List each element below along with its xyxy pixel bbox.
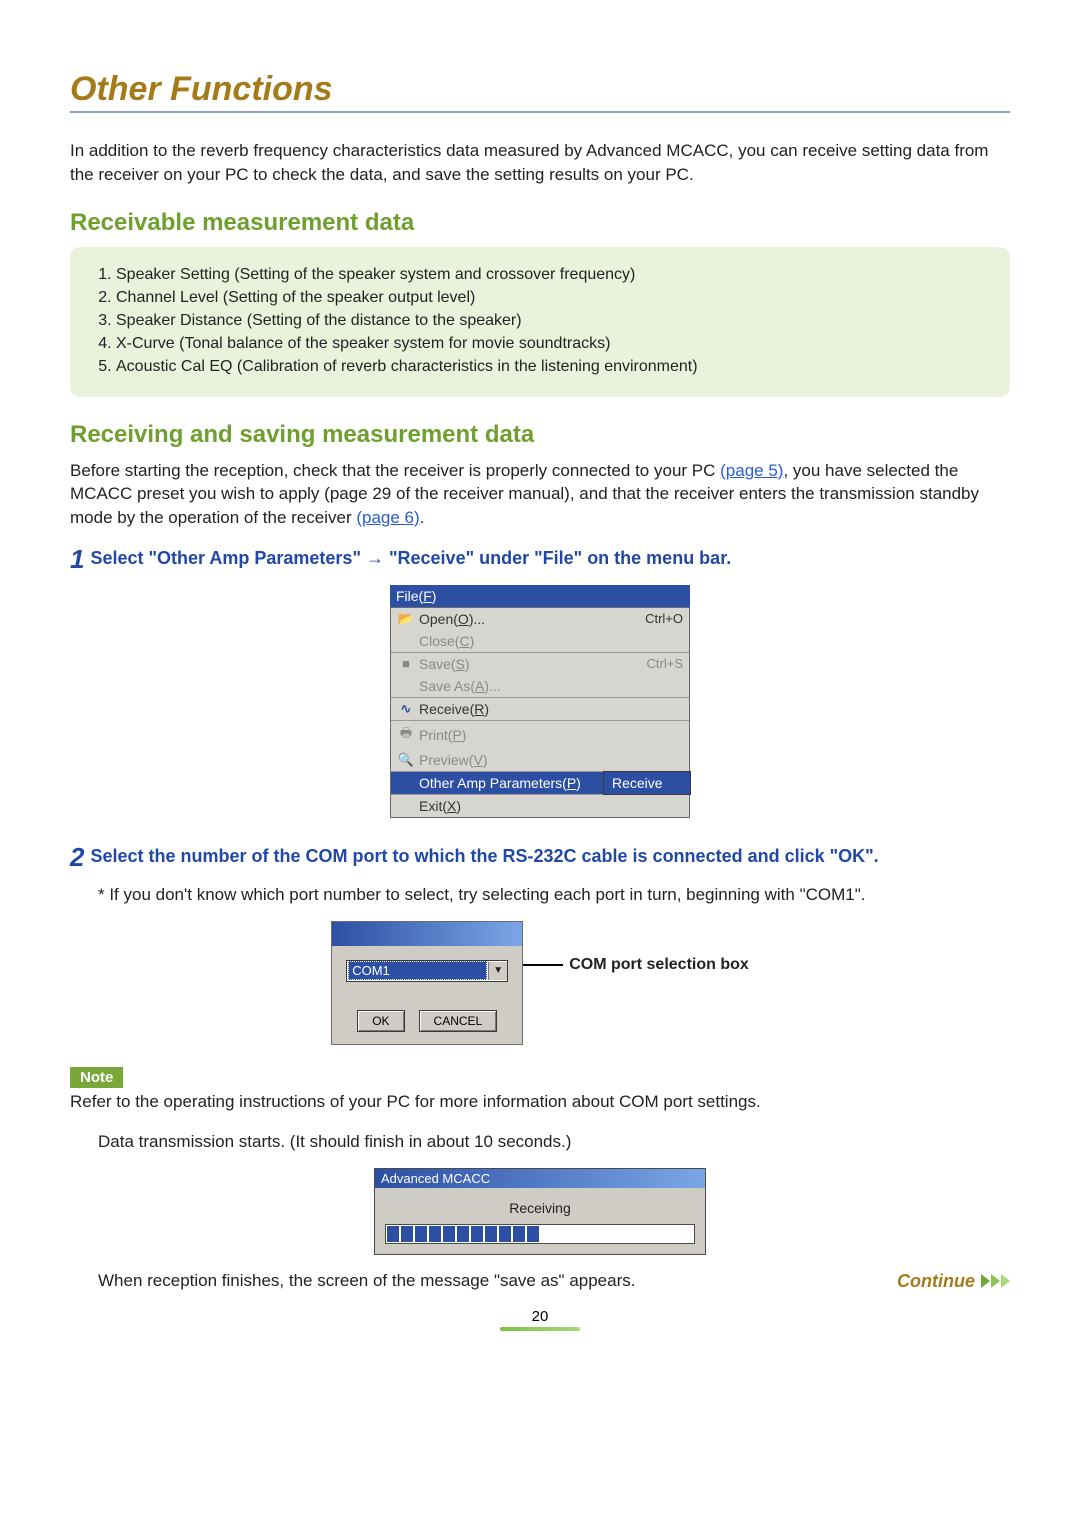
text: )... — [484, 678, 500, 694]
menu-item-save: ■ Save(S) Ctrl+S — [391, 653, 689, 675]
text: Open( — [419, 611, 458, 627]
print-icon: 🖶 — [397, 724, 415, 746]
text: ) — [576, 775, 581, 791]
transmission-text: Data transmission starts. (It should fin… — [98, 1130, 1010, 1154]
text: F — [423, 588, 432, 604]
progress-status: Receiving — [385, 1200, 695, 1216]
menu-item-close: Close(C) — [391, 630, 689, 652]
open-icon: 📂 — [397, 611, 415, 627]
step-text: Select the number of the COM port to whi… — [90, 842, 1010, 867]
receiving-paragraph: Before starting the reception, check tha… — [70, 459, 1010, 530]
link-page-5[interactable]: (page 5) — [720, 461, 783, 480]
menu-item-preview: 🔍 Preview(V) — [391, 749, 689, 771]
link-page-6[interactable]: (page 6) — [356, 508, 419, 527]
text: P — [452, 727, 461, 743]
save-icon: ■ — [397, 656, 415, 671]
page-number-underline — [500, 1327, 580, 1331]
section-receiving-heading: Receiving and saving measurement data — [70, 421, 1010, 449]
submenu-item-receive[interactable]: Receive — [604, 772, 690, 794]
preview-icon: 🔍 — [397, 752, 415, 768]
callout-line — [523, 964, 563, 966]
step-text: Select "Other Amp Parameters" — [90, 548, 366, 568]
step-2: 2 Select the number of the COM port to w… — [70, 842, 1010, 873]
continue-arrow-icon — [981, 1274, 1010, 1288]
com-port-value: COM1 — [348, 961, 487, 980]
text: P — [567, 775, 576, 791]
step-1: 1 Select "Other Amp Parameters" → "Recei… — [70, 544, 1010, 575]
list-item: X-Curve (Tonal balance of the speaker sy… — [116, 332, 988, 355]
text: X — [447, 798, 456, 814]
ok-button[interactable]: OK — [357, 1010, 404, 1032]
dropdown-arrow-icon[interactable]: ▼ — [488, 962, 507, 980]
receive-icon: ∿ — [397, 701, 415, 717]
text: File( — [396, 588, 423, 604]
progress-bar — [385, 1224, 695, 1244]
list-item: Speaker Distance (Setting of the distanc… — [116, 309, 988, 332]
text: Preview( — [419, 752, 473, 768]
progress-title: Advanced MCACC — [375, 1169, 705, 1188]
text: Other Amp Parameters( — [419, 775, 567, 791]
text: Receive( — [419, 701, 474, 717]
step-text: "Receive" under "File" on the menu bar. — [384, 548, 731, 568]
dialog-titlebar — [332, 922, 522, 946]
shortcut: Ctrl+O — [645, 611, 683, 626]
text: ) — [470, 633, 475, 649]
shortcut: Ctrl+S — [647, 656, 683, 671]
com-port-dialog: COM1 ▼ OK CANCEL — [331, 921, 523, 1045]
menu-item-receive[interactable]: ∿ Receive(R) — [391, 698, 689, 720]
finish-text: When reception finishes, the screen of t… — [98, 1271, 897, 1291]
text: )... — [469, 611, 485, 627]
menu-item-other-amp-parameters[interactable]: Other Amp Parameters(P) ▶ Receive — [391, 772, 689, 794]
com-port-label: COM port selection box — [569, 956, 749, 974]
text: Save( — [419, 656, 456, 672]
intro-paragraph: In addition to the reverb frequency char… — [70, 139, 1010, 187]
text: R — [474, 701, 484, 717]
continue-badge[interactable]: Continue — [897, 1271, 1010, 1292]
progress-dialog: Advanced MCACC Receiving — [374, 1168, 706, 1255]
list-item: Channel Level (Setting of the speaker ou… — [116, 286, 988, 309]
text: S — [456, 656, 465, 672]
menu-item-open[interactable]: 📂 Open(O)... Ctrl+O — [391, 608, 689, 630]
page-number-text: 20 — [500, 1308, 580, 1325]
text: ) — [456, 798, 461, 814]
text: Save As( — [419, 678, 475, 694]
text: ) — [483, 752, 488, 768]
step-2-hint: * If you don't know which port number to… — [98, 883, 1010, 907]
list-item: Acoustic Cal EQ (Calibration of reverb c… — [116, 355, 988, 378]
note-badge: Note — [70, 1067, 123, 1088]
arrow-icon: → — [366, 548, 384, 568]
text: Print( — [419, 727, 452, 743]
com-port-select[interactable]: COM1 ▼ — [346, 960, 508, 982]
submenu: Receive — [603, 771, 691, 795]
menu-item-print: 🖶 Print(P) — [391, 721, 689, 749]
text: ) — [465, 656, 470, 672]
text: ) — [484, 701, 489, 717]
continue-text: Continue — [897, 1271, 975, 1292]
text: . — [420, 508, 425, 527]
note-text: Refer to the operating instructions of y… — [70, 1092, 1010, 1112]
text: V — [473, 752, 482, 768]
text: Close( — [419, 633, 459, 649]
receivable-data-panel: Speaker Setting (Setting of the speaker … — [70, 247, 1010, 397]
menu-item-save-as: Save As(A)... — [391, 675, 689, 697]
text: A — [475, 678, 484, 694]
text: O — [458, 611, 469, 627]
text: ) — [432, 588, 437, 604]
step-number: 1 — [70, 544, 84, 575]
cancel-button[interactable]: CANCEL — [419, 1010, 498, 1032]
step-number: 2 — [70, 842, 84, 873]
text: Before starting the reception, check tha… — [70, 461, 720, 480]
text: ) — [462, 727, 467, 743]
text: Exit( — [419, 798, 447, 814]
file-menu-title[interactable]: File(F) — [390, 585, 690, 607]
file-menu: File(F) 📂 Open(O)... Ctrl+O Close(C) — [390, 585, 690, 818]
text: C — [459, 633, 469, 649]
page-title: Other Functions — [70, 70, 1010, 113]
menu-item-exit[interactable]: Exit(X) — [391, 795, 689, 817]
section-receivable-heading: Receivable measurement data — [70, 209, 1010, 237]
page-number: 20 — [500, 1308, 580, 1331]
list-item: Speaker Setting (Setting of the speaker … — [116, 263, 988, 286]
